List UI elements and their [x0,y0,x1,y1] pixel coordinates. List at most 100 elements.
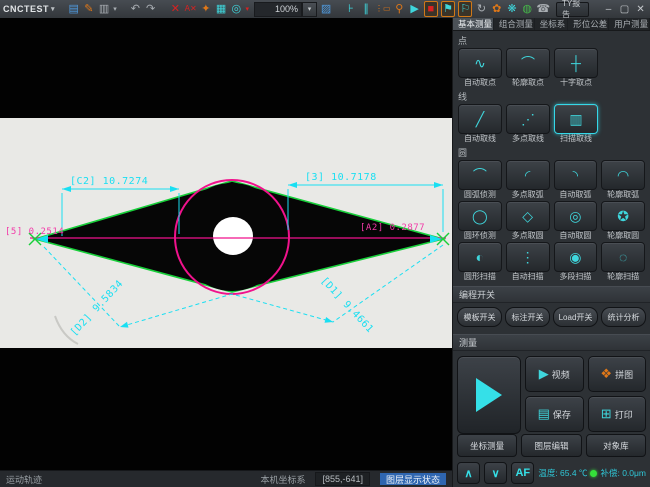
load-switch-button[interactable]: Load开关 [553,307,598,327]
phone-icon[interactable]: ☎ [536,2,550,16]
arc-icon: ⌒ [473,165,487,185]
tool-label: 轮廓取圆 [601,231,645,241]
dots-column-icon: ⋮ [521,249,535,266]
tool-auto-scan[interactable]: ⋮ 自动扫描 [506,242,550,282]
layer-edit-button[interactable]: 图层编辑 [521,434,581,457]
tool-auto-arc[interactable]: ◝ 自动取弧 [554,160,598,200]
capture-dropdown-icon[interactable]: ▾ [245,5,249,13]
autofocus-button[interactable]: AF [511,462,534,484]
point-label-left: [5] 0.2514 [5,227,64,237]
line-icon: ╱ [476,111,484,128]
tool-auto-line[interactable]: ╱ 自动取线 [458,104,502,144]
tool-arc-detect[interactable]: ⌒ 圆弧侦测 [458,160,502,200]
section-header-program: 编程开关 [453,286,650,303]
tool-label: 圆形扫描 [458,272,502,282]
tool-auto-point[interactable]: ∿ 自动取点 [458,48,502,88]
zoom-dropdown-button[interactable]: ▾ [302,2,317,17]
pan-icon[interactable]: ⚐ [458,1,472,17]
tool-label: 多点取线 [506,134,550,144]
statistics-button[interactable]: 统计分析 [601,307,646,327]
delete-all-icon[interactable]: A✕ [185,2,197,16]
section-header-line: 线 [458,90,645,103]
star-circle-icon: ✪ [617,208,629,225]
tool-multisegment-scan[interactable]: ◉ 多段扫描 [554,242,598,282]
object-library-button[interactable]: 对象库 [586,434,646,457]
tool-label: 轮廓取点 [506,78,550,88]
template-switch-button[interactable]: 模板开关 [457,307,502,327]
gear-icon[interactable]: ❋ [506,2,518,16]
globe-icon[interactable]: ◍ [521,2,533,16]
status-coordinates: [855,-641] [315,472,370,486]
video-button[interactable]: ▶ 视频 [525,356,584,392]
tool-contour-circle[interactable]: ✪ 轮廓取圆 [601,201,645,241]
record-icon[interactable]: ■ [424,1,438,17]
tool-label: 十字取点 [554,78,598,88]
save-icon[interactable]: ▤ [68,2,80,16]
undo-icon[interactable]: ↶ [129,2,141,16]
focus-row: ∧ ∨ AF 温度: 65.4 ℃ 补偿: 0.0μm [453,457,650,487]
utility-buttons: 坐标测量 图层编辑 对象库 [453,434,650,457]
print-button[interactable]: ⊞ 打印 [588,396,647,432]
coordinate-measure-button[interactable]: 坐标测量 [457,434,517,457]
probe-icon[interactable]: ⚲ [393,2,405,16]
grid-icon[interactable]: ▦ [215,2,227,16]
focus-down-button[interactable]: ∨ [484,462,507,484]
focus-up-button[interactable]: ∧ [457,462,480,484]
tool-multipoint-arc[interactable]: ◜ 多点取弧 [506,160,550,200]
measurement-canvas[interactable]: [C2] 10.7274 [3] 10.7178 [5] 0.2514 [A2]… [0,18,452,470]
edit-icon[interactable]: ✎ [83,2,95,16]
export-dropdown-icon[interactable]: ▾ [113,5,117,13]
video-icon: ▶ [539,366,549,382]
annotation-switch-button[interactable]: 标注开关 [505,307,550,327]
tool-multipoint-line[interactable]: ⋰ 多点取线 [506,104,550,144]
zoom-value[interactable]: 100% [254,2,302,17]
key-icon[interactable]: ✦ [200,2,212,16]
image-icon[interactable]: ▨ [320,2,332,16]
redo-icon[interactable]: ↷ [145,2,157,16]
tool-contour-point[interactable]: ⌒ 轮廓取点 [506,48,550,88]
capture-icon[interactable]: ◎ [230,2,242,16]
stitch-button[interactable]: ❖ 拼图 [588,356,647,392]
export-icon[interactable]: ▥ [98,2,110,16]
tool-contour-arc[interactable]: ◠ 轮廓取弧 [601,160,645,200]
tool-label: 扫描取线 [554,134,598,144]
tool-multipoint-circle[interactable]: ◇ 多点取圆 [506,201,550,241]
tool-contour-scan[interactable]: ◌ 轮廓扫描 [601,242,645,282]
tab-user-measure[interactable]: 用户测量 [609,18,650,30]
save-result-button[interactable]: ▤ 保存 [525,396,584,432]
run-button[interactable] [457,356,521,434]
measure-box-icon[interactable]: ⋮▭ [375,2,390,16]
palette-icon[interactable]: ✿ [491,2,503,16]
status-left-text: 运动轨迹 [6,473,42,486]
tab-basic-measure[interactable]: 基本测量 [453,18,494,30]
caliper-horizontal-icon[interactable]: ∥ [360,2,372,16]
tool-scan-line[interactable]: ▥ 扫描取线 [554,104,598,144]
play-small-icon[interactable]: ▶ [408,2,420,16]
waveform-icon: ∿ [474,55,486,72]
status-bar: 运动轨迹 本机坐标系 [855,-641] 图层显示状态 [0,470,452,487]
tab-combo-measure[interactable]: 组合测量 [494,18,535,30]
flag-icon[interactable]: ⚑ [441,1,455,17]
rotate-icon[interactable]: ↻ [475,2,487,16]
tool-ring-detect[interactable]: ◯ 圆环侦测 [458,201,502,241]
tool-label: 多段扫描 [554,272,598,282]
delete-icon[interactable]: ✕ [169,2,181,16]
tab-tolerance[interactable]: 形位公差 [568,18,609,30]
camera-viewport[interactable]: [C2] 10.7274 [3] 10.7178 [5] 0.2514 [A2]… [0,18,452,470]
caliper-vertical-icon[interactable]: ⊦ [345,2,357,16]
minimize-button[interactable]: – [602,2,615,16]
tool-grid: 点 ∿ 自动取点 ⌒ 轮廓取点 ┼ 十字取点 线 ╱ [453,31,650,283]
half-circle-icon: ◐ [476,249,484,265]
tool-cross-point[interactable]: ┼ 十字取点 [554,48,598,88]
floppy-icon: ▤ [538,406,550,422]
contour-arc-icon: ◠ [617,167,629,184]
app-menu[interactable]: CNCTEST ▾ [3,4,55,14]
report-button[interactable]: TY报告 [556,2,589,17]
tab-coordinate[interactable]: 坐标系 [535,18,568,30]
tool-circle-scan[interactable]: ◐ 圆形扫描 [458,242,502,282]
tool-auto-circle[interactable]: ◎ 自动取圆 [554,201,598,241]
status-view-chip[interactable]: 图层显示状态 [380,473,446,485]
maximize-button[interactable]: ▢ [618,2,631,16]
close-button[interactable]: ✕ [634,2,647,16]
zoom-combobox[interactable]: 100% ▾ [254,2,317,17]
